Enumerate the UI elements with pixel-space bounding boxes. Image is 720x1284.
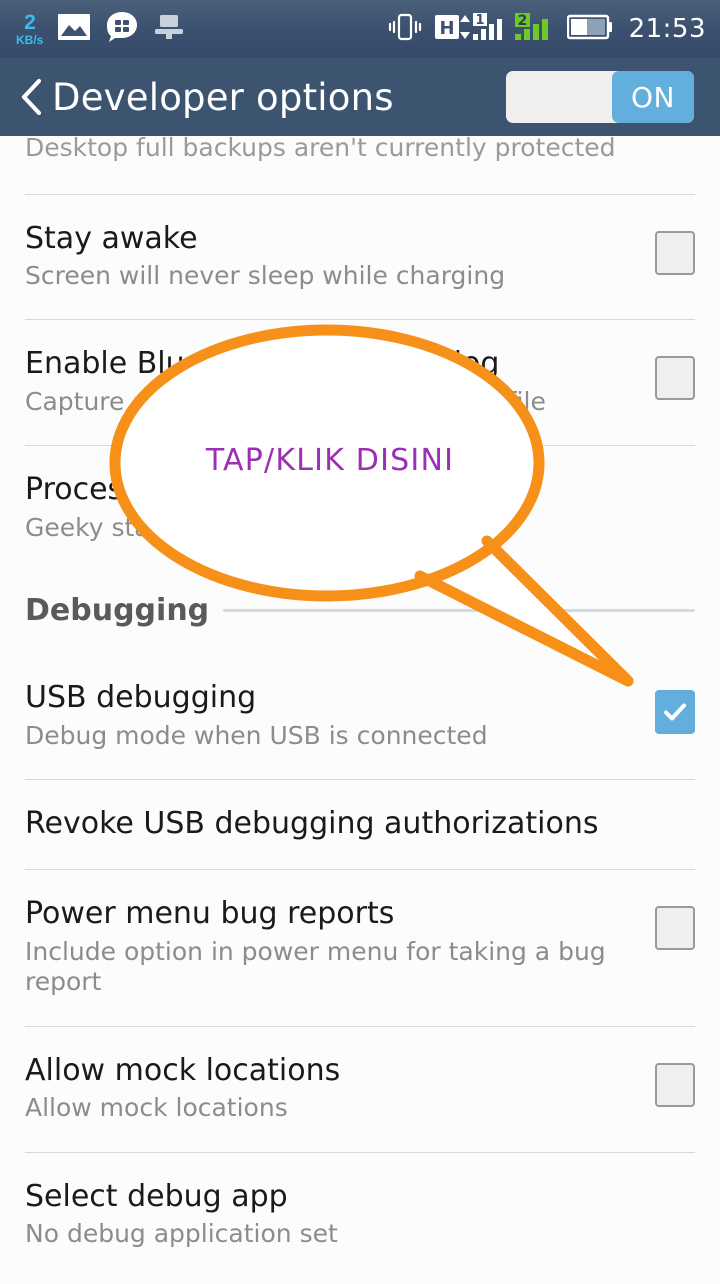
network-speed-indicator: 2 KB/s: [16, 12, 43, 46]
row-checkbox[interactable]: [655, 1062, 695, 1107]
stay-awake-row[interactable]: Stay awake Screen will never sleep while …: [0, 195, 720, 320]
row-checkbox[interactable]: [655, 230, 695, 275]
network-speed-unit: KB/s: [16, 33, 44, 47]
row-title: Enable Bluetooth HCI snoop log: [25, 346, 500, 382]
action-bar: Developer options ON: [0, 58, 720, 136]
allow-mock-locations-row[interactable]: Allow mock locations Allow mock locations: [0, 1027, 720, 1152]
messaging-icon: [105, 11, 139, 47]
sim2-signal-icon: 2: [514, 11, 555, 47]
svg-text:1: 1: [475, 13, 484, 28]
row-texts: Revoke USB debugging authorizations: [25, 806, 695, 841]
debugging-section-header: Debugging: [0, 593, 720, 628]
row-summary: Include option in power menu for taking …: [25, 936, 606, 997]
row-summary: Debug mode when USB is connected: [25, 720, 488, 750]
power-menu-bug-reports-row[interactable]: Power menu bug reports Include option in …: [0, 870, 720, 1025]
process-stats-row[interactable]: Process Stats Geeky stats about running p…: [0, 446, 720, 571]
status-bar-left-icons: 2 KB/s: [16, 11, 185, 47]
battery-icon: [566, 13, 613, 45]
row-summary: Screen will never sleep while charging: [25, 260, 506, 290]
row-texts: USB debugging Debug mode when USB is conn…: [25, 680, 655, 751]
settings-list[interactable]: Desktop full backups aren't currently pr…: [0, 136, 720, 1280]
developer-options-master-switch[interactable]: ON: [506, 71, 694, 123]
row-summary: Allow mock locations: [25, 1093, 288, 1123]
row-summary: Desktop full backups aren't currently pr…: [25, 136, 616, 162]
network-speed-value: 2: [24, 11, 36, 34]
hspa-data-icon: H 1: [434, 11, 503, 47]
row-title: Revoke USB debugging authorizations: [25, 806, 599, 842]
vibrate-icon: [387, 11, 423, 47]
row-texts: Desktop full backups aren't currently pr…: [25, 136, 695, 164]
row-checkbox[interactable]: [655, 906, 695, 951]
usb-debugging-row[interactable]: USB debugging Debug mode when USB is conn…: [0, 654, 720, 779]
row-texts: Allow mock locations Allow mock locations: [25, 1053, 655, 1124]
row-title: Select debug app: [25, 1178, 288, 1214]
back-chevron-icon[interactable]: [18, 78, 44, 116]
status-bar-clock: 21:53: [628, 14, 706, 44]
row-texts: Stay awake Screen will never sleep while …: [25, 221, 655, 292]
row-summary: Capture all bluetooth HCI packets in a f…: [25, 386, 546, 416]
row-title: Process Stats: [25, 472, 225, 508]
bluetooth-hci-log-row[interactable]: Enable Bluetooth HCI snoop log Capture al…: [0, 320, 720, 445]
svg-text:H: H: [439, 18, 454, 39]
row-texts: Process Stats Geeky stats about running p…: [25, 472, 695, 543]
row-title: Stay awake: [25, 220, 198, 256]
select-debug-app-row[interactable]: Select debug app No debug application set: [0, 1153, 720, 1278]
row-texts: Select debug app No debug application set: [25, 1179, 695, 1250]
row-checkbox[interactable]: [655, 356, 695, 401]
row-summary: No debug application set: [25, 1219, 338, 1249]
row-texts: Enable Bluetooth HCI snoop log Capture al…: [25, 346, 655, 417]
row-title: USB debugging: [25, 680, 257, 716]
svg-text:2: 2: [517, 13, 527, 29]
photo-icon: [57, 12, 91, 46]
usb-connected-icon: [153, 12, 185, 46]
switch-thumb-label: ON: [612, 71, 694, 123]
row-texts: Power menu bug reports Include option in …: [25, 896, 655, 997]
auto-restore-row[interactable]: Desktop full backups aren't currently pr…: [0, 136, 720, 164]
status-bar[interactable]: 2 KB/s H 1 2 21:53: [0, 0, 720, 58]
section-rule: [223, 609, 695, 613]
page-title: Developer options: [52, 75, 394, 119]
row-checkbox[interactable]: [655, 690, 695, 735]
revoke-usb-authorizations-row[interactable]: Revoke USB debugging authorizations: [0, 780, 720, 869]
row-title: Allow mock locations: [25, 1052, 341, 1088]
section-label: Debugging: [25, 593, 210, 629]
status-bar-right-icons: H 1 2 21:53: [387, 11, 706, 47]
row-summary: Geeky stats about running processes: [25, 512, 490, 542]
row-title: Power menu bug reports: [25, 896, 395, 932]
